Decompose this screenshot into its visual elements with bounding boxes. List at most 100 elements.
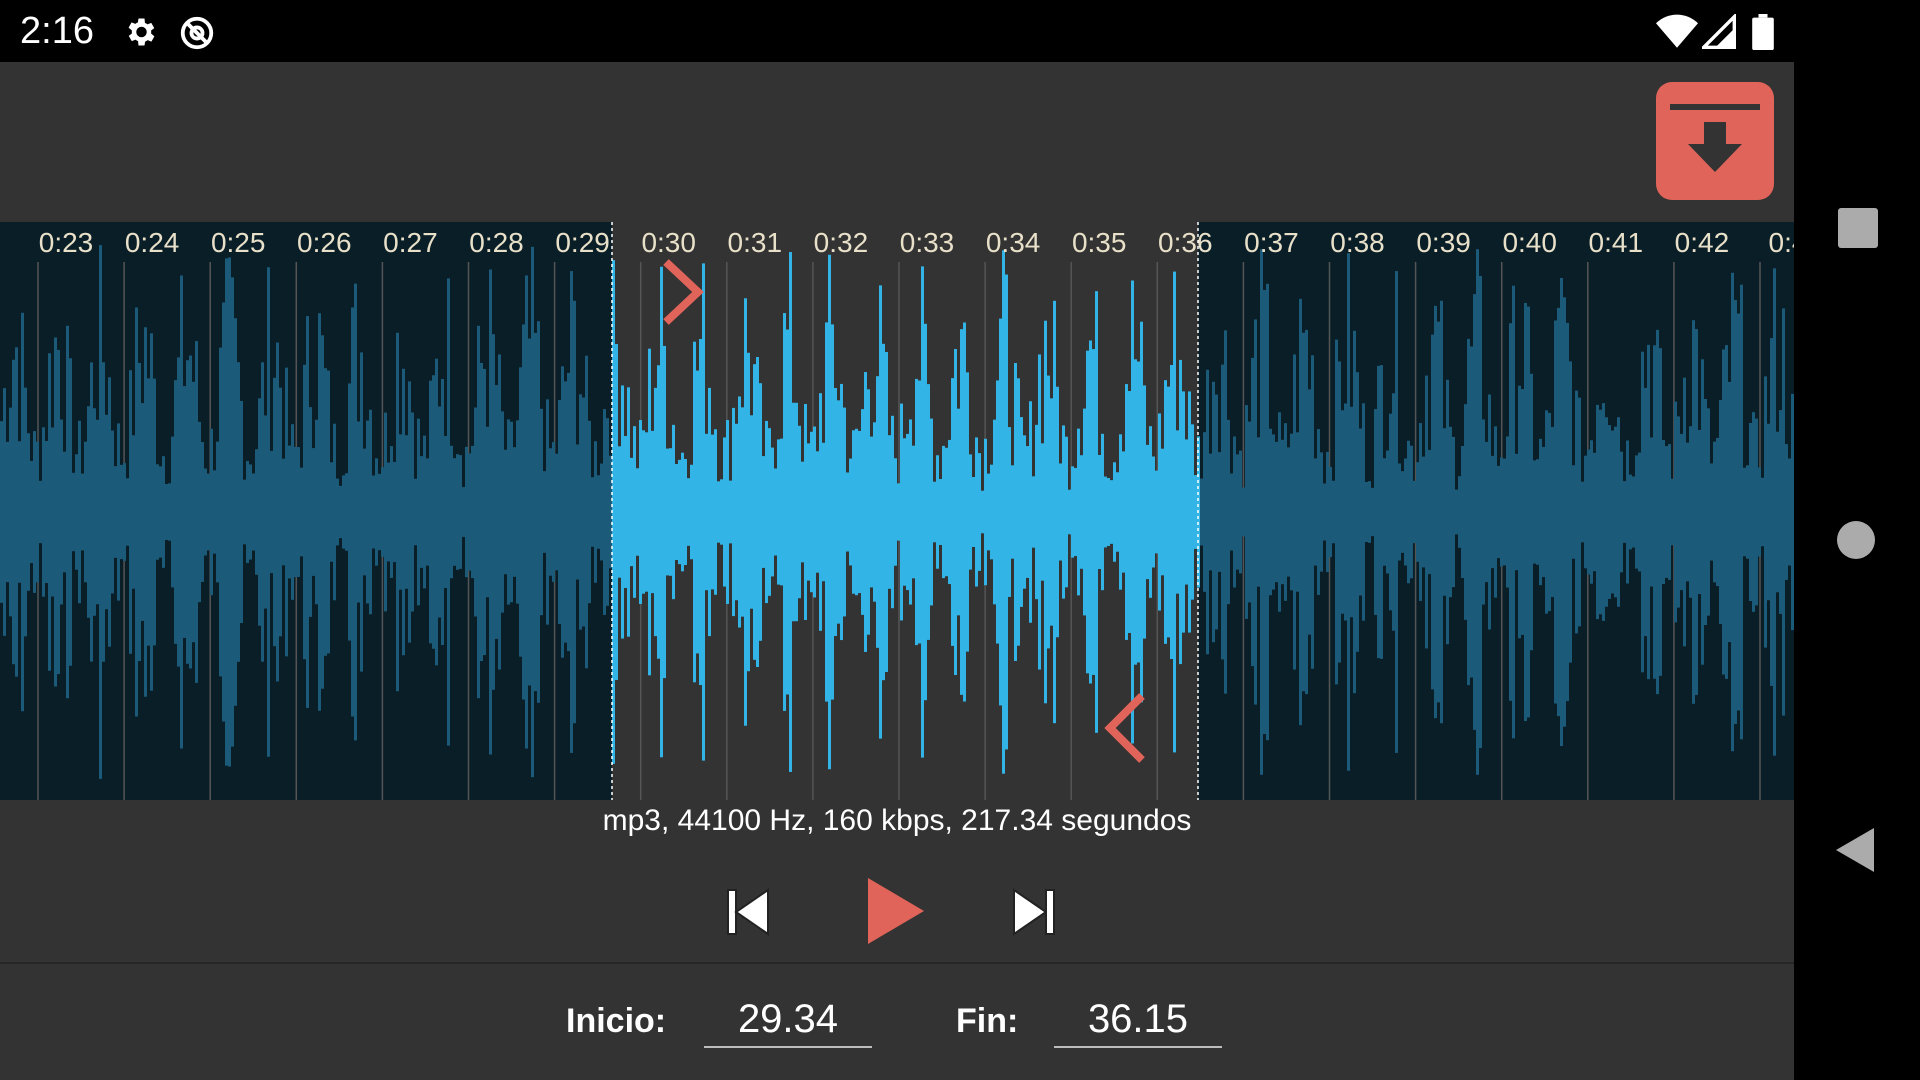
waveform-bar [1287,447,1290,577]
waveform-bar [723,437,726,587]
app-body: 0:23 0:24 0:25 0:26 0:27 0:28 0:29 0:30 0:31 0:32… [0,62,1794,1080]
waveform-bar [24,387,27,637]
time-label: 0:41 [1589,227,1644,258]
waveform-bar [1089,340,1092,684]
waveform-bar [1284,423,1287,601]
waveform-bar [204,468,207,556]
waveform-bar [1332,480,1335,544]
start-time-input[interactable] [704,992,872,1048]
waveform-bar [1467,338,1470,686]
waveform-bar [1263,290,1266,734]
waveform-bar [348,383,351,641]
waveform-bar [615,344,618,680]
waveform-bar [270,450,273,574]
waveform-bar [1527,306,1530,718]
waveform-bar [894,458,897,566]
waveform-bar [1296,432,1299,592]
waveform-bar [846,472,849,552]
waveform-bar [1530,373,1533,651]
waveform-bar [372,475,375,549]
save-button[interactable] [1656,82,1774,200]
time-labels: 0:23 0:24 0:25 0:26 0:27 0:28 0:29 0:30 0:31 0:32… [39,227,1794,258]
waveform-bar [1281,439,1284,585]
waveform-bar [663,345,666,679]
waveform-bar [222,302,225,722]
waveform-bar [1443,428,1446,596]
waveform-bar [1551,426,1554,598]
waveform-bar [264,415,267,609]
waveform-bar [753,364,756,660]
play-button[interactable] [866,876,926,951]
home-button[interactable] [1836,520,1876,565]
waveform-bar [1362,403,1365,621]
waveform-bar [555,453,558,571]
waveform-bar [1098,454,1101,570]
waveform-bar [117,423,120,601]
waveform-bar [936,455,939,569]
waveform-bar [1449,426,1452,598]
waveform-bar [1386,450,1389,574]
waveform-bar [120,464,123,560]
waveform-bar [1032,476,1035,548]
waveform-bar [1350,406,1353,618]
waveform-bar [1491,455,1494,569]
waveform-bar [735,423,738,601]
waveform-bar [1179,359,1182,665]
waveform-bar [1770,338,1773,686]
waveform-bar [1215,394,1218,630]
waveform-bar [282,458,285,566]
waveform-bar [1737,313,1740,711]
waveform-bar [1719,399,1722,625]
waveform-bar [318,313,321,711]
waveform-bar [891,415,894,609]
waveform-bar [1023,435,1026,589]
waveform-bar [405,435,408,589]
waveform-bar [252,473,255,551]
waveform-bar [792,402,795,622]
waveform-bar [105,414,108,610]
waveform-bar [294,446,297,578]
waveform-bar [1074,467,1077,557]
waveform-bar [1773,268,1776,756]
waveform-bar [1668,444,1671,580]
recents-button[interactable] [1838,208,1878,253]
waveform-bar [312,448,315,576]
back-button[interactable] [1834,826,1876,879]
waveform-bar [540,408,543,616]
status-time: 2:16 [20,10,94,52]
waveform-bar [828,254,831,770]
waveform-bar [915,378,918,646]
skip-next-button[interactable] [1008,884,1060,945]
waveform-bar [1581,481,1584,543]
waveform-bar [1002,250,1005,774]
waveform-bar [507,419,510,605]
waveform-bar [54,337,57,687]
waveform-bar [1437,321,1440,703]
waveform-bar [129,370,132,654]
waveform-bar [471,445,474,579]
waveform-bar [1515,453,1518,571]
waveform-bar [1356,372,1359,652]
skip-next-icon [1013,888,1055,936]
waveform-bar [1170,364,1173,660]
waveform-bar [1749,422,1752,602]
waveform-bar [480,362,483,662]
skip-previous-button[interactable] [722,884,774,945]
waveform-bar [81,473,84,551]
waveform-bar [552,442,555,582]
waveform-bar [1014,362,1017,662]
waveform-bar [675,463,678,561]
end-time-input[interactable] [1054,992,1222,1048]
waveform-bar [456,454,459,570]
waveform-bar [1761,477,1764,547]
waveform-view[interactable]: 0:23 0:24 0:25 0:26 0:27 0:28 0:29 0:30 0:31 0:32… [0,222,1794,800]
waveform-bar [144,327,147,697]
waveform-bar [426,458,429,566]
waveform-svg[interactable]: 0:23 0:24 0:25 0:26 0:27 0:28 0:29 0:30 0:31 0:32… [0,222,1794,800]
waveform-bar [855,428,858,596]
waveform-bar [195,341,198,683]
waveform-bar [1434,305,1437,719]
waveform-bar [1605,417,1608,607]
waveform-bar [1209,453,1212,571]
waveform-bar [1203,432,1206,592]
